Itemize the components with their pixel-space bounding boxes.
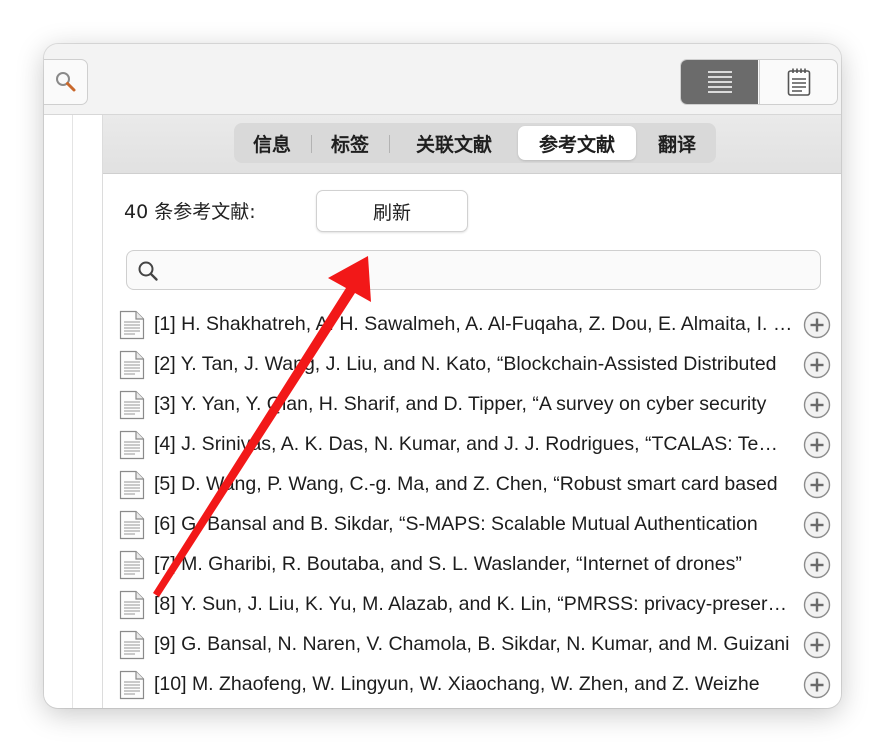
search-input[interactable] bbox=[167, 255, 811, 287]
tab-references[interactable]: 参考文献 bbox=[518, 126, 636, 160]
reference-search bbox=[126, 250, 821, 290]
text-lines-icon bbox=[707, 71, 732, 93]
toolbar bbox=[44, 44, 841, 115]
list-item[interactable]: [4] J. Srinivas, A. K. Das, N. Kumar, an… bbox=[103, 425, 841, 465]
add-icon[interactable] bbox=[803, 431, 831, 459]
notepad-icon bbox=[787, 68, 810, 96]
add-icon[interactable] bbox=[803, 351, 831, 379]
list-item[interactable]: [3] Y. Yan, Y. Qian, H. Sharif, and D. T… bbox=[103, 385, 841, 425]
list-item[interactable]: [5] D. Wang, P. Wang, C.-g. Ma, and Z. C… bbox=[103, 465, 841, 505]
list-item[interactable]: [7] M. Gharibi, R. Boutaba, and S. L. Wa… bbox=[103, 545, 841, 585]
tab-separator bbox=[389, 135, 390, 153]
reference-text: [10] M. Zhaofeng, W. Lingyun, W. Xiaocha… bbox=[154, 673, 760, 695]
add-icon[interactable] bbox=[803, 311, 831, 339]
document-icon bbox=[119, 510, 145, 540]
tab-separator bbox=[311, 135, 312, 153]
app-window: 信息 标签 关联文献 参考文献 翻译 40 条参考文献: 刷新 [1] H. S… bbox=[44, 44, 841, 708]
reference-text: [3] Y. Yan, Y. Qian, H. Sharif, and D. T… bbox=[154, 393, 767, 415]
reference-text: [9] G. Bansal, N. Naren, V. Chamola, B. … bbox=[154, 633, 790, 655]
document-icon bbox=[119, 310, 145, 340]
add-icon[interactable] bbox=[803, 671, 831, 699]
document-icon bbox=[119, 430, 145, 460]
document-icon bbox=[119, 470, 145, 500]
tab-info[interactable]: 信息 bbox=[237, 126, 307, 160]
reference-list: [1] H. Shakhatreh, A. H. Sawalmeh, A. Al… bbox=[103, 305, 841, 705]
notes-view-button[interactable] bbox=[759, 60, 837, 104]
reference-count: 40 条参考文献: bbox=[124, 201, 256, 223]
tab-related[interactable]: 关联文献 bbox=[394, 126, 514, 160]
refresh-button[interactable]: 刷新 bbox=[316, 190, 468, 232]
reference-text: [6] G. Bansal and B. Sikdar, “S-MAPS: Sc… bbox=[154, 513, 758, 535]
document-icon bbox=[119, 670, 145, 700]
add-icon[interactable] bbox=[803, 591, 831, 619]
left-column bbox=[44, 115, 103, 708]
document-icon bbox=[119, 350, 145, 380]
add-icon[interactable] bbox=[803, 551, 831, 579]
segmented-tabs: 信息 标签 关联文献 参考文献 翻译 bbox=[234, 123, 716, 163]
reference-text: [1] H. Shakhatreh, A. H. Sawalmeh, A. Al… bbox=[154, 313, 794, 335]
document-icon bbox=[119, 550, 145, 580]
list-item[interactable]: [8] Y. Sun, J. Liu, K. Yu, M. Alazab, an… bbox=[103, 585, 841, 625]
reference-text: [7] M. Gharibi, R. Boutaba, and S. L. Wa… bbox=[154, 553, 742, 575]
reference-text: [4] J. Srinivas, A. K. Das, N. Kumar, an… bbox=[154, 433, 794, 455]
list-item[interactable]: [6] G. Bansal and B. Sikdar, “S-MAPS: Sc… bbox=[103, 505, 841, 545]
tab-translate[interactable]: 翻译 bbox=[642, 126, 712, 160]
search-icon bbox=[138, 261, 158, 281]
list-item[interactable]: [2] Y. Tan, J. Wang, J. Liu, and N. Kato… bbox=[103, 345, 841, 385]
list-item[interactable]: [9] G. Bansal, N. Naren, V. Chamola, B. … bbox=[103, 625, 841, 665]
search-button[interactable] bbox=[44, 59, 88, 105]
reference-text: [5] D. Wang, P. Wang, C.-g. Ma, and Z. C… bbox=[154, 473, 778, 495]
reference-text: [2] Y. Tan, J. Wang, J. Liu, and N. Kato… bbox=[154, 353, 777, 375]
add-icon[interactable] bbox=[803, 471, 831, 499]
document-icon bbox=[119, 630, 145, 660]
tab-bar: 信息 标签 关联文献 参考文献 翻译 bbox=[103, 115, 841, 174]
tab-tags[interactable]: 标签 bbox=[315, 126, 385, 160]
add-icon[interactable] bbox=[803, 631, 831, 659]
reference-text: [8] Y. Sun, J. Liu, K. Yu, M. Alazab, an… bbox=[154, 593, 794, 615]
list-item[interactable]: [10] M. Zhaofeng, W. Lingyun, W. Xiaocha… bbox=[103, 665, 841, 705]
list-item[interactable]: [1] H. Shakhatreh, A. H. Sawalmeh, A. Al… bbox=[103, 305, 841, 345]
view-toggle bbox=[680, 59, 838, 105]
document-icon bbox=[119, 590, 145, 620]
item-pane: 信息 标签 关联文献 参考文献 翻译 40 条参考文献: 刷新 [1] H. S… bbox=[103, 115, 841, 708]
add-icon[interactable] bbox=[803, 511, 831, 539]
text-view-button[interactable] bbox=[681, 60, 758, 104]
document-icon bbox=[119, 390, 145, 420]
search-icon bbox=[56, 72, 76, 92]
add-icon[interactable] bbox=[803, 391, 831, 419]
